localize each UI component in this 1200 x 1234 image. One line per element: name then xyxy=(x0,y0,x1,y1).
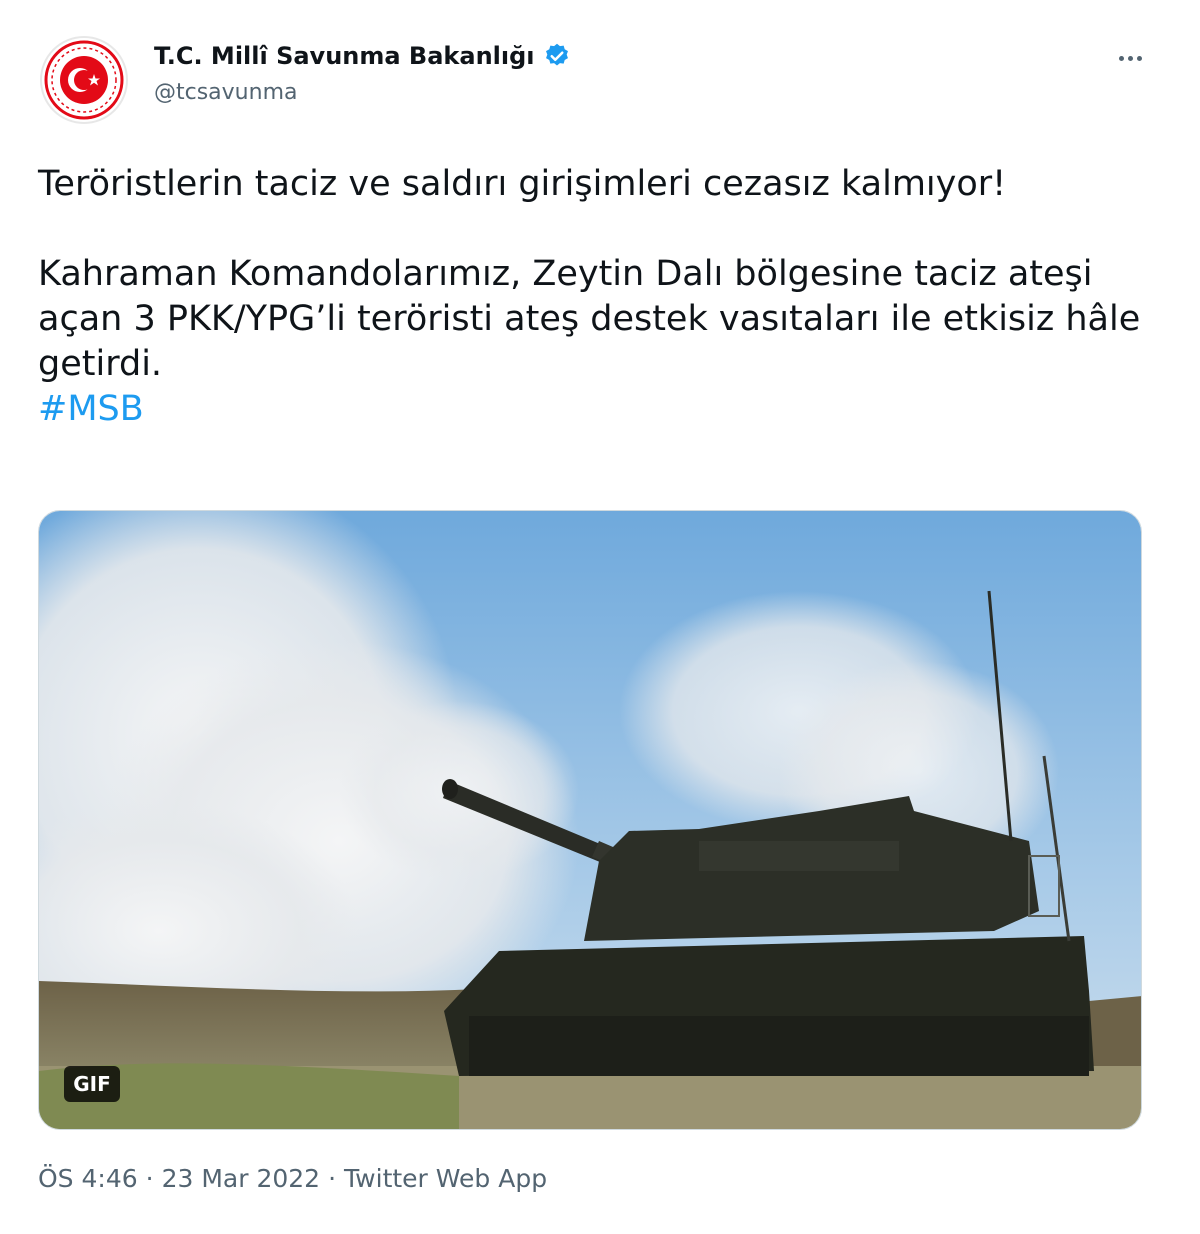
gif-media[interactable] xyxy=(38,510,1142,1130)
tweet-metadata: ÖS 4:46 · 23 Mar 2022 · Twitter Web App xyxy=(38,1164,547,1193)
tweet-header: T.C. Millî Savunma Bakanlığı @tcsavunma xyxy=(40,36,1150,126)
verified-badge-icon xyxy=(545,43,568,66)
author-handle[interactable]: @tcsavunma xyxy=(154,80,571,105)
tweet-source[interactable]: Twitter Web App xyxy=(344,1164,547,1193)
tweet-paragraph-2: Kahraman Komandolarımız, Zeytin Dalı böl… xyxy=(38,254,1141,384)
meta-separator: · xyxy=(145,1164,154,1193)
tweet-date[interactable]: 23 Mar 2022 xyxy=(162,1164,321,1193)
tweet-text: Teröristlerin taciz ve saldırı girişimle… xyxy=(38,162,1148,432)
more-dot-icon xyxy=(1118,55,1124,61)
more-dot-icon xyxy=(1127,55,1133,61)
gif-badge: GIF xyxy=(64,1066,120,1102)
meta-separator: · xyxy=(328,1164,337,1193)
display-name[interactable]: T.C. Millî Savunma Bakanlığı xyxy=(154,42,535,70)
tweet-line-1: Teröristlerin taciz ve saldırı girişimle… xyxy=(38,164,1007,204)
avatar[interactable] xyxy=(40,36,128,124)
hashtag-link[interactable]: #MSB xyxy=(38,389,144,429)
howitzer-image xyxy=(39,511,1141,1129)
tweet-time[interactable]: ÖS 4:46 xyxy=(38,1164,138,1193)
more-options-button[interactable] xyxy=(1110,40,1150,76)
author-names: T.C. Millî Savunma Bakanlığı @tcsavunma xyxy=(154,42,571,105)
more-dot-icon xyxy=(1136,55,1142,61)
emblem-icon xyxy=(44,40,124,120)
tweet-card: T.C. Millî Savunma Bakanlığı @tcsavunma … xyxy=(0,0,1200,1234)
media-container[interactable]: GIF xyxy=(38,510,1142,1130)
